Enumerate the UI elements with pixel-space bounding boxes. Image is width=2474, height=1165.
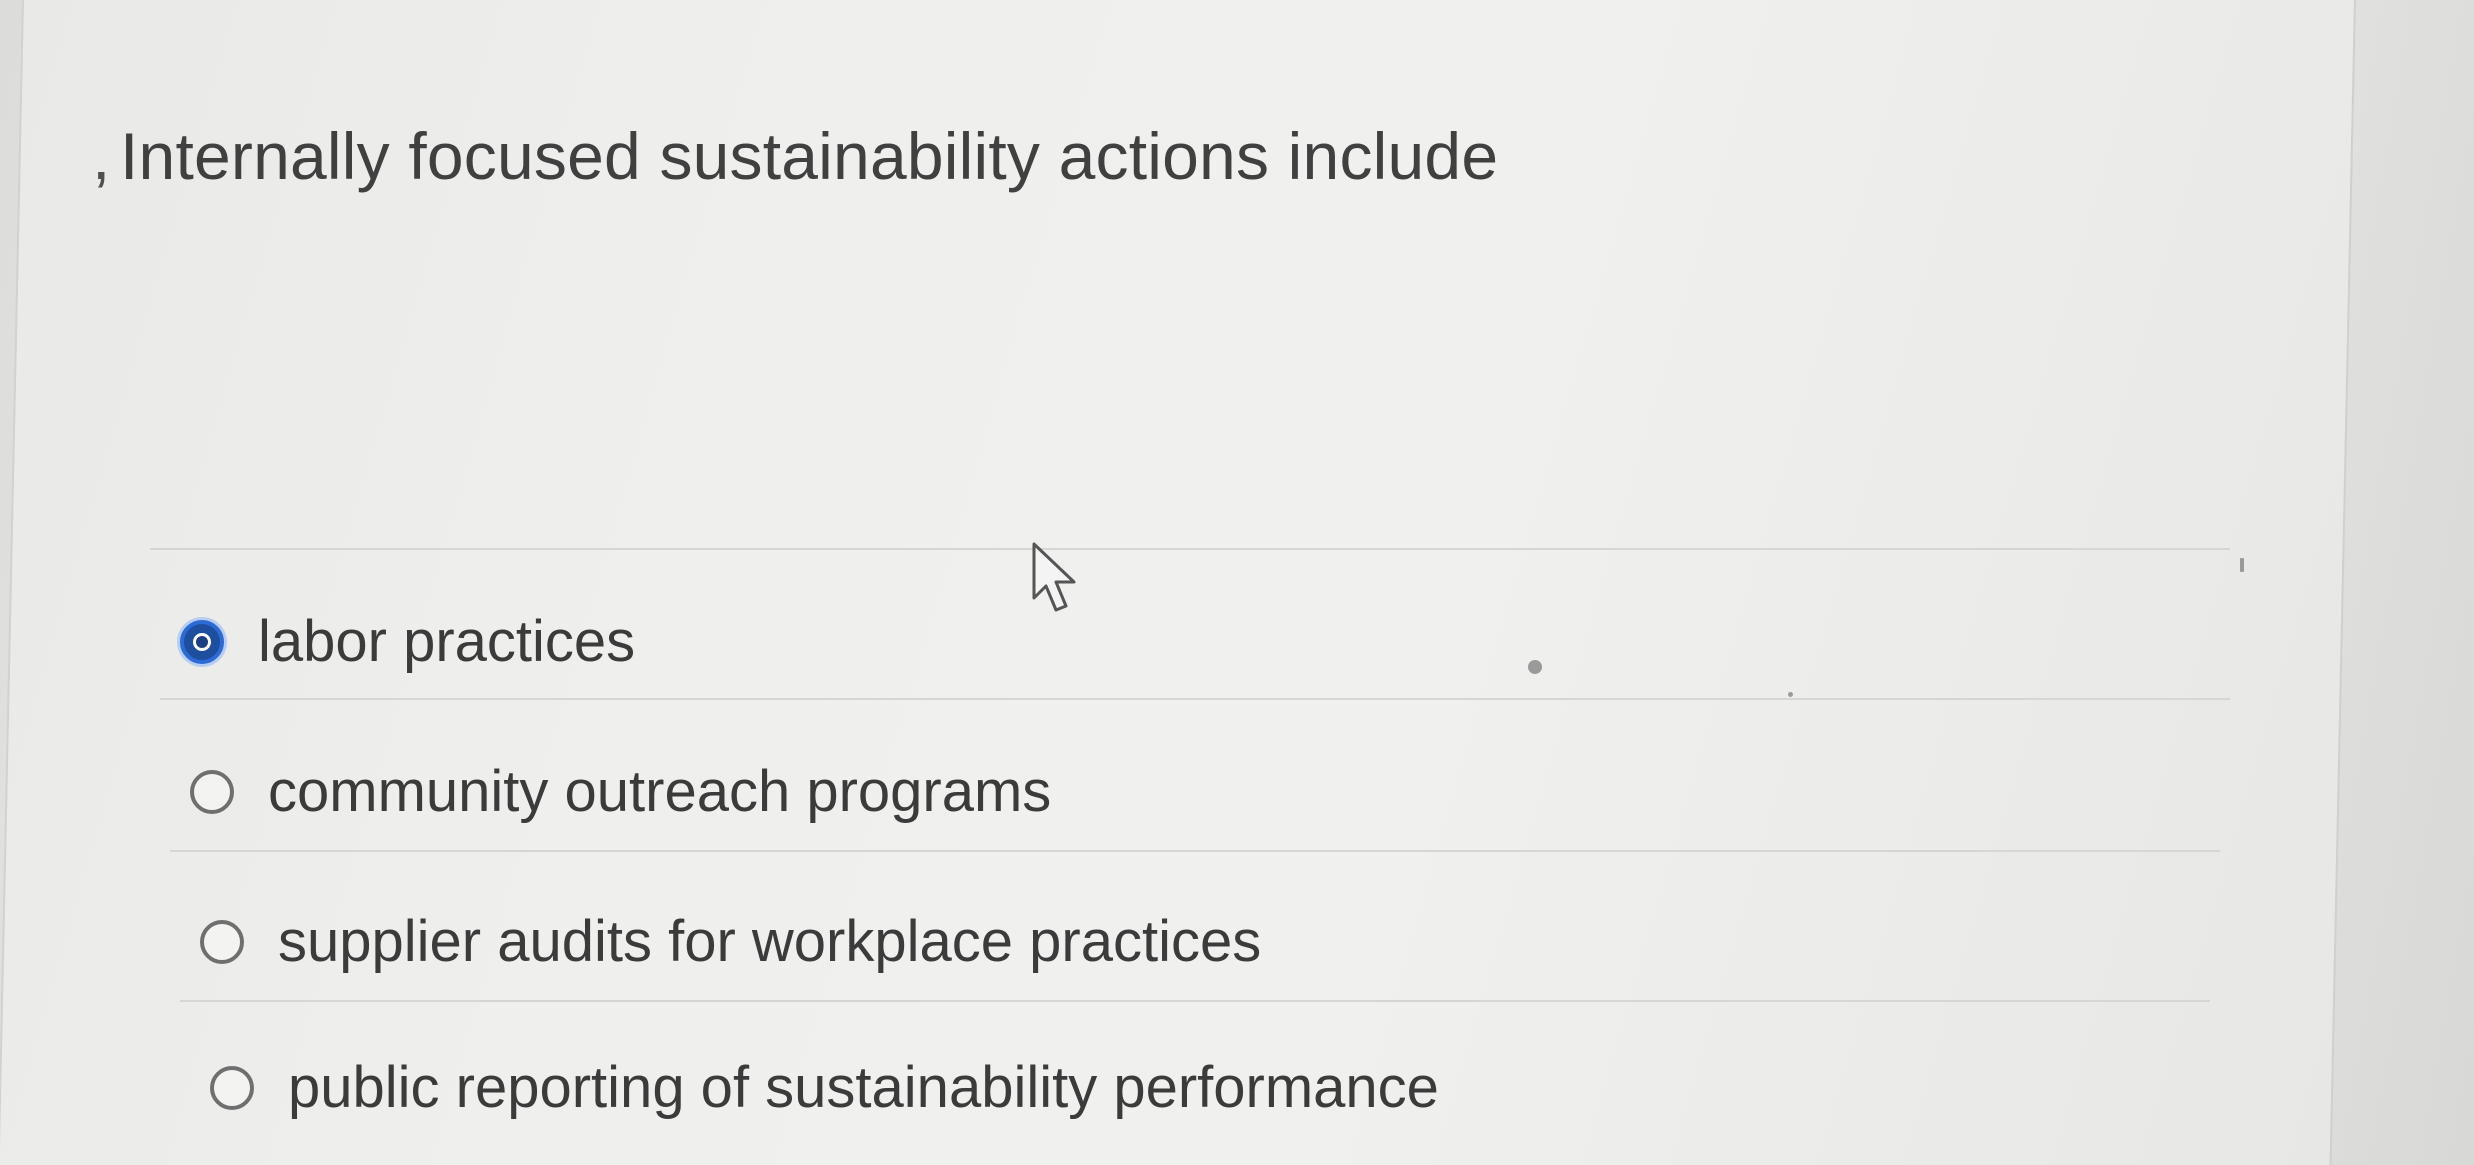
radio-unselected-icon[interactable] <box>210 1065 254 1110</box>
dust-speck <box>1788 692 1793 697</box>
radio-selected-icon[interactable] <box>180 619 224 664</box>
divider-top <box>150 548 2230 550</box>
answer-option-label: supplier audits for workplace practices <box>278 909 1262 974</box>
answer-option-label: community outreach programs <box>268 759 1052 824</box>
dust-speck <box>1528 660 1542 674</box>
question-text: Internally focused sustainability action… <box>120 119 1499 193</box>
divider-3 <box>180 1000 2210 1002</box>
answer-option-1[interactable]: labor practices <box>180 608 635 675</box>
answer-option-2[interactable]: community outreach programs <box>190 758 1051 825</box>
answer-option-4[interactable]: public reporting of sustainability perfo… <box>210 1054 1439 1121</box>
radio-unselected-icon[interactable] <box>200 919 244 964</box>
divider-2 <box>170 850 2220 852</box>
answer-option-3[interactable]: supplier audits for workplace practices <box>200 908 1261 975</box>
answer-option-label: labor practices <box>258 609 636 674</box>
divider-1 <box>160 698 2230 700</box>
dust-speck <box>2240 558 2244 572</box>
mouse-pointer-icon <box>1032 542 1076 612</box>
question-prompt: , Internally focused sustainability actio… <box>92 118 1498 194</box>
radio-unselected-icon[interactable] <box>190 769 234 814</box>
question-mark: , <box>92 119 111 193</box>
answer-option-label: public reporting of sustainability perfo… <box>288 1055 1439 1120</box>
